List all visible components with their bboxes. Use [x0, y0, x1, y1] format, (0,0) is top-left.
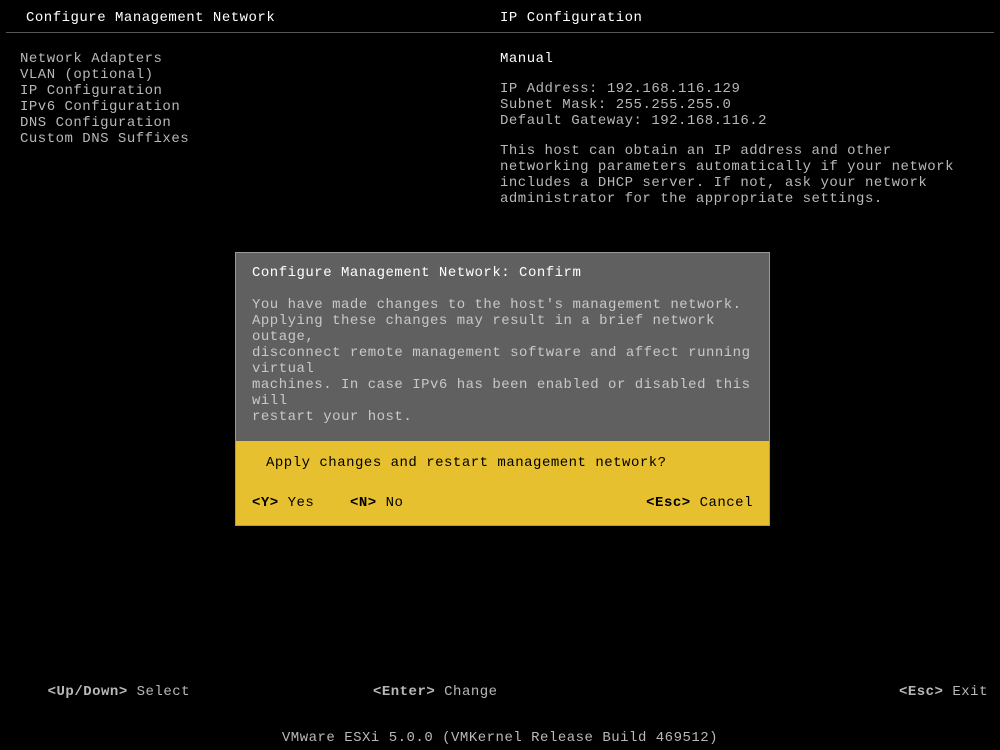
- dialog-title: Configure Management Network: Confirm: [252, 265, 753, 281]
- no-label: No: [386, 495, 404, 511]
- footer-left-key: <Up/Down>: [48, 684, 128, 700]
- header-right-title: IP Configuration: [500, 10, 974, 26]
- menu-item-vlan[interactable]: VLAN (optional): [20, 67, 500, 83]
- dialog-actions-right: <Esc> Cancel: [646, 495, 753, 511]
- main-area: Network Adapters VLAN (optional) IP Conf…: [0, 33, 1000, 225]
- footer-center-label: Change: [444, 684, 497, 700]
- dialog-body: You have made changes to the host's mana…: [236, 289, 769, 441]
- ip-row: IP Address: 192.168.116.129: [500, 81, 980, 97]
- header-left-title: Configure Management Network: [26, 10, 500, 26]
- footer-right-key: <Esc>: [899, 684, 944, 700]
- detail-panel: Manual IP Address: 192.168.116.129 Subne…: [500, 51, 980, 207]
- footer-right: <Esc> Exit: [663, 668, 988, 716]
- version-bar: VMware ESXi 5.0.0 (VMKernel Release Buil…: [0, 730, 1000, 746]
- footer-left-label: Select: [137, 684, 190, 700]
- cancel-button[interactable]: <Esc> Cancel: [646, 495, 753, 511]
- footer-center-key: <Enter>: [373, 684, 435, 700]
- yes-button[interactable]: <Y> Yes: [252, 495, 314, 511]
- menu-item-ipv6-config[interactable]: IPv6 Configuration: [20, 99, 500, 115]
- footer-left: <Up/Down> Select: [12, 668, 337, 716]
- cancel-key: <Esc>: [646, 495, 691, 511]
- dialog-header: Configure Management Network: Confirm: [236, 253, 769, 289]
- no-key: <N>: [350, 495, 377, 511]
- yes-key: <Y>: [252, 495, 279, 511]
- cancel-label: Cancel: [700, 495, 753, 511]
- gw-row: Default Gateway: 192.168.116.2: [500, 113, 980, 129]
- header-bar: Configure Management Network IP Configur…: [6, 0, 994, 33]
- menu-item-dns-config[interactable]: DNS Configuration: [20, 115, 500, 131]
- menu-item-network-adapters[interactable]: Network Adapters: [20, 51, 500, 67]
- no-button[interactable]: <N> No: [350, 495, 403, 511]
- ip-value: 192.168.116.129: [607, 81, 741, 97]
- footer-center: <Enter> Change: [337, 668, 662, 716]
- menu-panel: Network Adapters VLAN (optional) IP Conf…: [20, 51, 500, 207]
- config-description: This host can obtain an IP address and o…: [500, 143, 980, 207]
- confirm-dialog: Configure Management Network: Confirm Yo…: [235, 252, 770, 526]
- mask-label: Subnet Mask:: [500, 97, 607, 113]
- dialog-prompt: Apply changes and restart management net…: [236, 441, 769, 485]
- footer-right-label: Exit: [952, 684, 988, 700]
- config-mode: Manual: [500, 51, 980, 67]
- menu-item-ip-config[interactable]: IP Configuration: [20, 83, 500, 99]
- mask-row: Subnet Mask: 255.255.255.0: [500, 97, 980, 113]
- mask-value: 255.255.255.0: [616, 97, 732, 113]
- ip-block: IP Address: 192.168.116.129 Subnet Mask:…: [500, 81, 980, 129]
- yes-label: Yes: [288, 495, 315, 511]
- gw-value: 192.168.116.2: [651, 113, 767, 129]
- menu-item-custom-dns[interactable]: Custom DNS Suffixes: [20, 131, 500, 147]
- dialog-actions: <Y> Yes <N> No <Esc> Cancel: [236, 485, 769, 525]
- ip-label: IP Address:: [500, 81, 598, 97]
- dialog-actions-left: <Y> Yes <N> No: [252, 495, 646, 511]
- dialog-body-text: You have made changes to the host's mana…: [252, 297, 753, 425]
- footer-bar: <Up/Down> Select <Enter> Change <Esc> Ex…: [0, 664, 1000, 720]
- gw-label: Default Gateway:: [500, 113, 642, 129]
